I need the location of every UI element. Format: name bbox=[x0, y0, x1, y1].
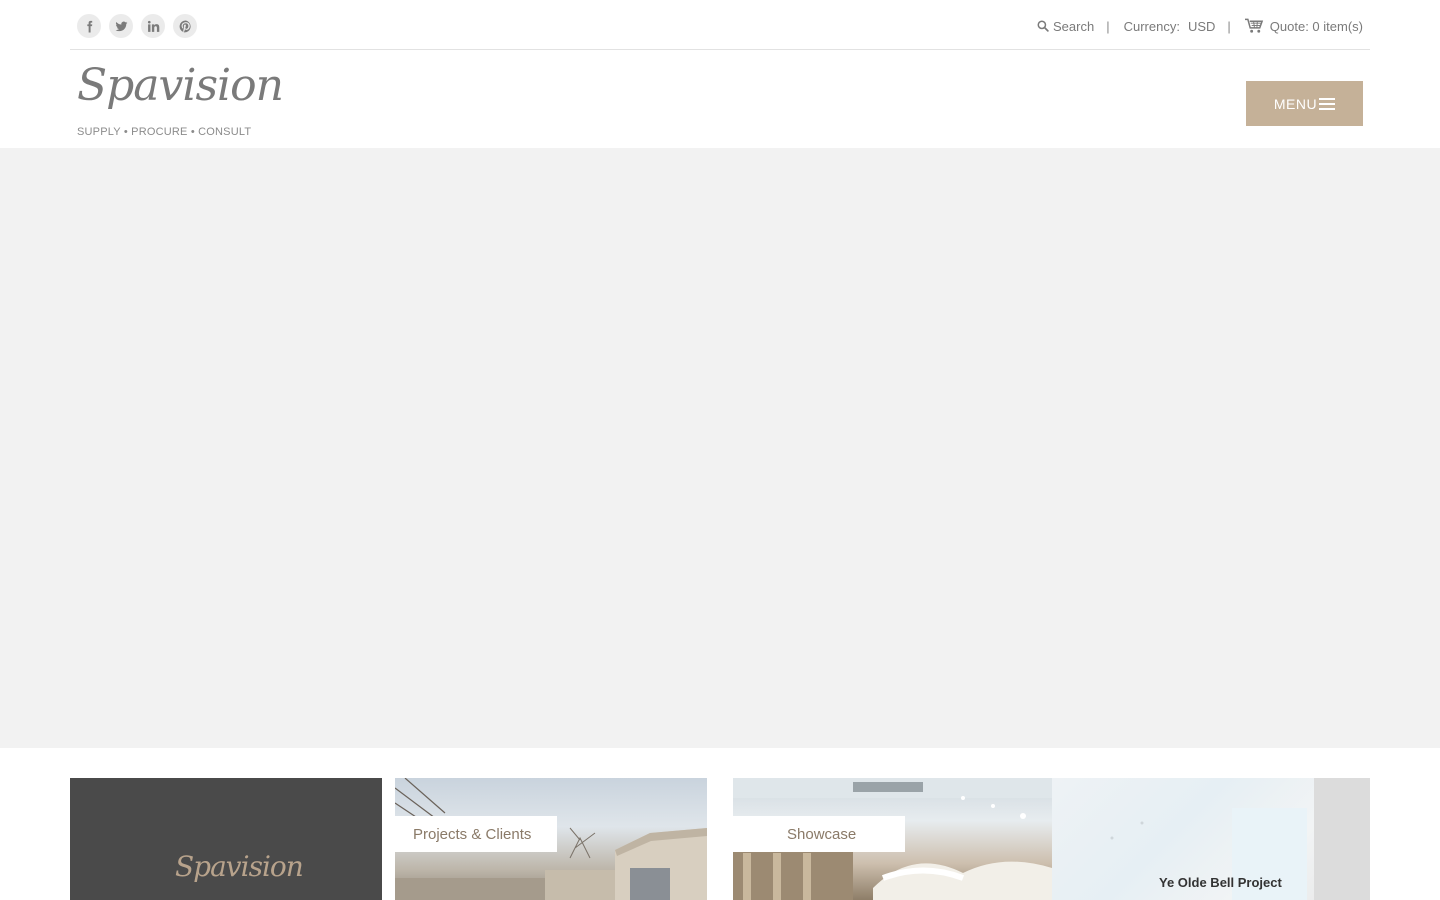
site-logo[interactable]: Spavision SUPPLY • PROCURE • CONSULT bbox=[77, 58, 284, 140]
project-caption: Ye Olde Bell Project bbox=[1159, 875, 1282, 890]
facebook-link[interactable] bbox=[77, 14, 101, 38]
separator: | bbox=[1227, 18, 1231, 34]
pinterest-link[interactable] bbox=[173, 14, 197, 38]
menu-label: MENU bbox=[1273, 95, 1318, 112]
linkedin-link[interactable] bbox=[141, 14, 165, 38]
projects-clients-tile[interactable]: Projects & Clients bbox=[395, 778, 707, 900]
currency-selector[interactable]: USD bbox=[1188, 19, 1215, 34]
projects-label-box: Projects & Clients bbox=[395, 816, 557, 852]
linkedin-icon bbox=[147, 20, 159, 32]
showcase-label: Showcase bbox=[787, 825, 857, 843]
site-header: Spavision SUPPLY • PROCURE • CONSULT MEN… bbox=[0, 50, 1440, 148]
showcase-label-box: Showcase bbox=[733, 816, 905, 852]
search-label: Search bbox=[1053, 18, 1095, 34]
brand-tile[interactable]: Spavision bbox=[70, 778, 382, 900]
utility-nav: Search | Currency: USD | Quote: 0 item(s… bbox=[1037, 18, 1363, 34]
logo-tagline: SUPPLY • PROCURE • CONSULT bbox=[77, 126, 252, 138]
quote-cart-link[interactable]: Quote: 0 item(s) bbox=[1244, 18, 1363, 34]
top-bar: Search | Currency: USD | Quote: 0 item(s… bbox=[70, 0, 1370, 50]
currency-label: Currency: bbox=[1123, 18, 1180, 34]
hero-slider bbox=[0, 148, 1440, 748]
cart-icon bbox=[1244, 18, 1263, 33]
ye-olde-bell-tile[interactable]: Ye Olde Bell Project bbox=[1052, 778, 1370, 900]
brand-tile-logo: Spavision bbox=[175, 850, 304, 883]
social-links bbox=[77, 14, 197, 38]
search-link[interactable]: Search bbox=[1037, 19, 1094, 34]
logo-wordmark: Spavision bbox=[77, 60, 284, 111]
twitter-link[interactable] bbox=[109, 14, 133, 38]
menu-button[interactable]: MENU bbox=[1246, 81, 1363, 126]
quote-label: Quote: 0 item(s) bbox=[1269, 18, 1363, 34]
separator: | bbox=[1106, 18, 1110, 34]
facebook-icon bbox=[86, 20, 92, 32]
hamburger-icon bbox=[1319, 97, 1336, 110]
twitter-icon bbox=[115, 21, 127, 31]
showcase-tile[interactable]: Showcase bbox=[733, 778, 1052, 900]
projects-label: Projects & Clients bbox=[413, 825, 532, 843]
search-icon bbox=[1037, 20, 1049, 32]
pinterest-icon bbox=[179, 20, 191, 32]
